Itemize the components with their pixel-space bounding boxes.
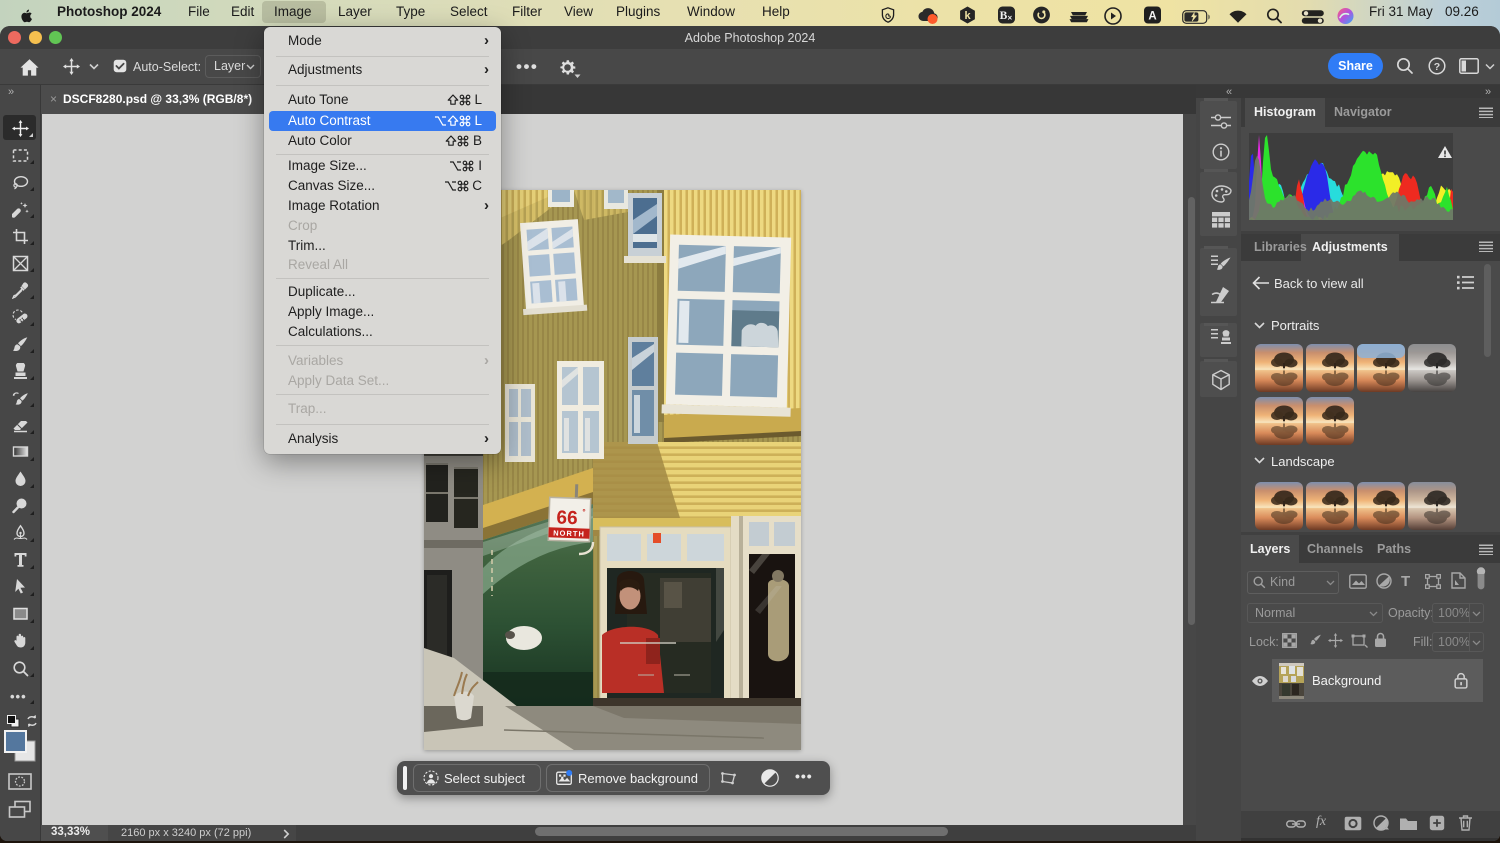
svg-text:B: B [1000, 10, 1008, 22]
svg-text:k: k [964, 10, 971, 22]
svg-text:?: ? [1434, 61, 1440, 73]
svg-text:A: A [1148, 10, 1156, 22]
svg-text:×: × [1007, 14, 1012, 23]
svg-text:66: 66 [556, 508, 578, 530]
svg-text:°: ° [582, 507, 586, 516]
svg-text:NORTH: NORTH [553, 528, 585, 538]
